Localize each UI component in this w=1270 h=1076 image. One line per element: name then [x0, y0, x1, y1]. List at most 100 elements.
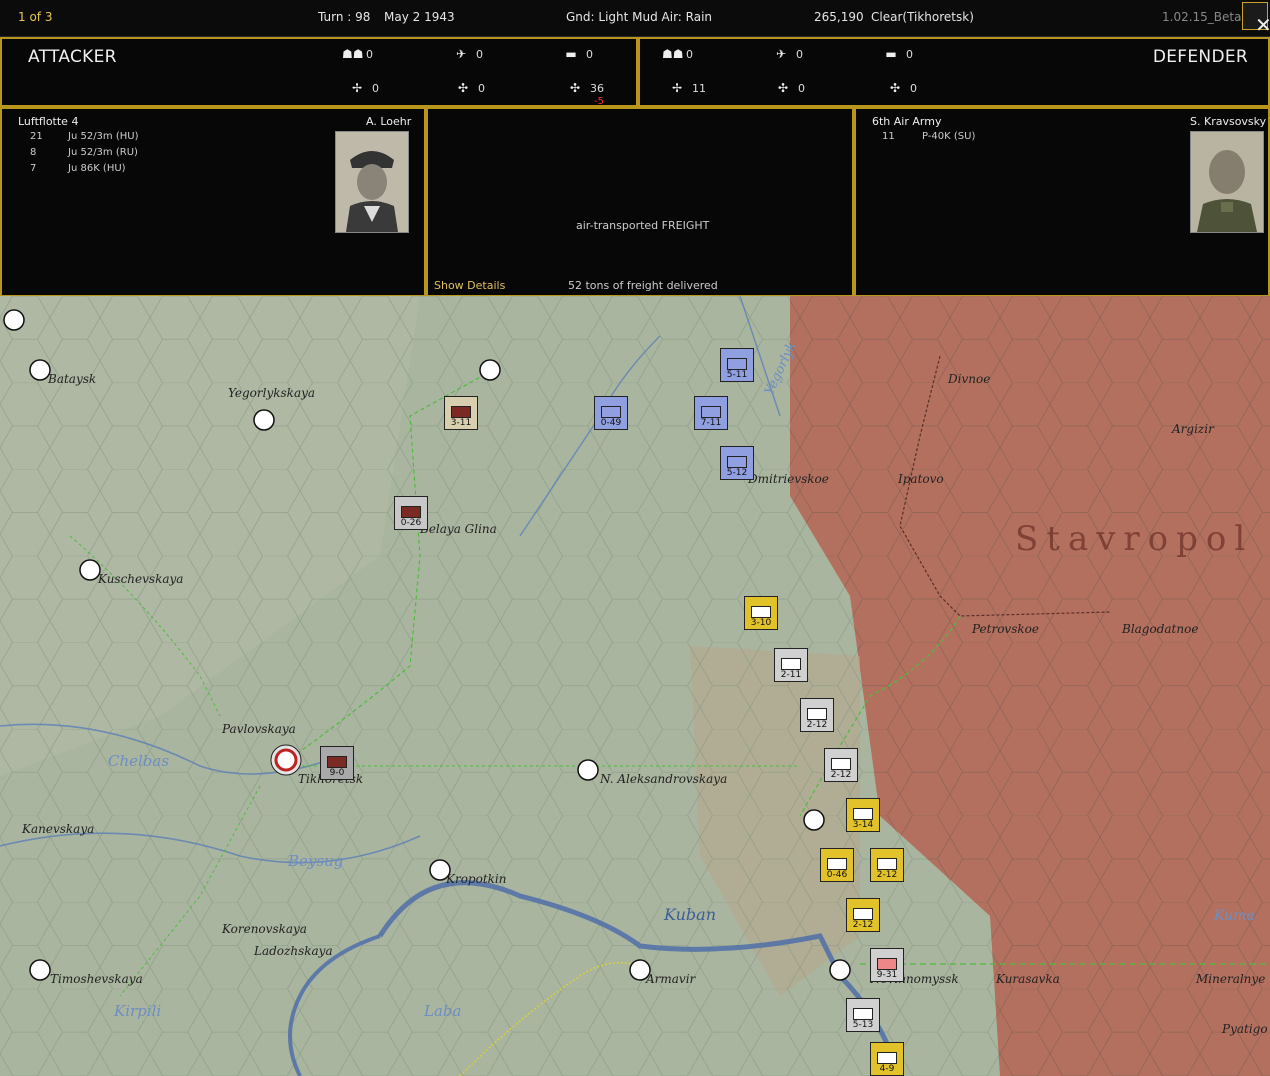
hq-symbol-icon [601, 406, 621, 418]
unit-row-name: Ju 52/3m (RU) [68, 147, 138, 158]
attacker-commander: A. Loehr [366, 115, 412, 128]
att-fighter: 0 [476, 48, 483, 61]
city-label: Korenovskaya [222, 922, 307, 936]
region-label: Stavropol [1015, 519, 1253, 559]
unit-counter[interactable]: 3-11 [444, 396, 478, 430]
def-bomber: 0 [798, 82, 805, 95]
unit-row: 21 [30, 131, 43, 142]
unit-symbol-icon [751, 606, 771, 618]
defender-commander-portrait [1190, 131, 1264, 233]
unit-row: 11 [882, 131, 895, 142]
hq-symbol-icon [827, 858, 847, 870]
unit-symbol-icon [853, 808, 873, 820]
unit-symbol-icon [853, 908, 873, 920]
unit-counter[interactable]: 3-10 [744, 596, 778, 630]
city-label: Ipatovo [898, 472, 944, 486]
unit-counter[interactable]: 5-12 [720, 446, 754, 480]
unit-counter[interactable]: 0-26 [394, 496, 428, 530]
unit-symbol-icon [701, 406, 721, 418]
unit-row: 7 [30, 163, 37, 174]
unit-symbol-icon [853, 1008, 873, 1020]
close-button[interactable]: ✕ [1242, 2, 1270, 37]
attacker-summary-panel: ATTACKER ☗☗ 0 ✈ 0 ▬ 0 ✢ 0 ✣ 0 ✣ 36 -5 [0, 37, 638, 107]
city-label: Yegorlykskaya [228, 386, 316, 400]
unit-counter[interactable]: 5-11 [720, 348, 754, 382]
unit-counter[interactable]: 7-11 [694, 396, 728, 430]
city-label: Pavlovskaya [222, 722, 296, 736]
bomber-icon: ✣ [777, 81, 789, 95]
unit-counter[interactable]: 2-12 [846, 898, 880, 932]
att-recon: 0 [372, 82, 379, 95]
combat-result-panel: air-transported FREIGHT Show Details 52 … [426, 107, 854, 297]
city-label: Armavir [646, 972, 696, 986]
unit-row-name: Ju 86K (HU) [68, 163, 126, 174]
recon-plane-icon: ✢ [351, 81, 363, 95]
city-label: Pyatigo [1222, 1022, 1268, 1036]
show-details-link[interactable]: Show Details [434, 279, 505, 292]
unit-row-name: Ju 52/3m (HU) [68, 131, 139, 142]
terrain-label: Clear(Tikhoretsk) [871, 10, 974, 24]
unit-symbol-icon [727, 358, 747, 370]
att-tank: 0 [586, 48, 593, 61]
city-label: Ladozhskaya [254, 944, 333, 958]
city-label: Bataysk [48, 372, 97, 386]
unit-counter[interactable]: 2-12 [800, 698, 834, 732]
version-label: 1.02.15_Beta [1162, 10, 1242, 24]
city-label: Mineralnye [1196, 972, 1266, 986]
top-status-bar: 1 of 3 Turn : 98 May 2 1943 Gnd: Light M… [0, 0, 1270, 37]
unit-counter[interactable]: 2-11 [774, 648, 808, 682]
unit-counter[interactable]: 0-49 [594, 396, 628, 430]
mission-type: air-transported FREIGHT [576, 219, 710, 232]
bomber-icon: ✣ [457, 81, 469, 95]
unit-counter[interactable]: 3-14 [846, 798, 880, 832]
defender-commander: S. Kravsovsky [1190, 115, 1267, 128]
river-label: Kirpili [113, 1002, 161, 1020]
defender-title: DEFENDER [1152, 47, 1248, 67]
freight-delivered: 52 tons of freight delivered [568, 279, 718, 292]
unit-row: 8 [30, 147, 37, 158]
city-label: Kanevskaya [22, 822, 95, 836]
river-label: Kuban [663, 905, 716, 924]
def-transport: 0 [910, 82, 917, 95]
city-label: N. Aleksandrovskaya [600, 772, 728, 786]
page-indicator: 1 of 3 [18, 10, 53, 24]
city-label: Kuschevskaya [98, 572, 184, 586]
defender-summary-panel: DEFENDER ☗☗ 0 ✈ 0 ▬ 0 ✢ 11 ✣ 0 ✣ 0 [638, 37, 1270, 107]
weather-label: Gnd: Light Mud Air: Rain [566, 10, 713, 24]
river-label: Chelbas [108, 752, 169, 770]
fighter-icon: ✈ [455, 47, 467, 61]
unit-counter[interactable]: 9-31 [870, 948, 904, 982]
unit-symbol-icon [781, 658, 801, 670]
unit-symbol-icon [727, 456, 747, 468]
tank-symbol-icon [877, 958, 897, 970]
unit-counter[interactable]: 2-12 [824, 748, 858, 782]
att-infantry: 0 [366, 48, 373, 61]
def-recon: 11 [692, 82, 706, 95]
attacker-detail-panel: Luftflotte 4 A. Loehr 21 Ju 52/3m (HU) 8… [0, 107, 426, 297]
unit-counter[interactable]: 5-13 [846, 998, 880, 1032]
unit-symbol-icon [327, 756, 347, 768]
recon-plane-icon: ✢ [671, 81, 683, 95]
unit-counter[interactable]: 0-46 [820, 848, 854, 882]
unit-symbol-icon [451, 406, 471, 418]
hq-symbol-icon [401, 506, 421, 518]
unit-counter[interactable]: 2-12 [870, 848, 904, 882]
infantry-icon: ☗☗ [342, 47, 364, 61]
unit-symbol-icon [877, 858, 897, 870]
unit-counter[interactable]: 4-9 [870, 1042, 904, 1076]
city-label: Belaya Glina [420, 522, 497, 536]
attacker-title: ATTACKER [28, 47, 117, 67]
def-infantry: 0 [686, 48, 693, 61]
city-label: Timoshevskaya [50, 972, 143, 986]
map-terrain: Stavropol Kuban Chelbas Beysug Kirpili L… [0, 296, 1270, 1076]
unit-counter[interactable]: 9-0 [320, 746, 354, 780]
unit-row-name: P-40K (SU) [922, 131, 976, 142]
city-label: Divnoe [948, 372, 991, 386]
river-label: Kuma [1213, 908, 1255, 924]
unit-symbol-icon [877, 1052, 897, 1064]
city-label: Kurasavka [996, 972, 1060, 986]
attacker-command: Luftflotte 4 [18, 115, 79, 128]
hex-map[interactable]: Stavropol Kuban Chelbas Beysug Kirpili L… [0, 296, 1270, 1076]
tank-icon: ▬ [885, 47, 897, 61]
river-label: Laba [423, 1002, 461, 1020]
